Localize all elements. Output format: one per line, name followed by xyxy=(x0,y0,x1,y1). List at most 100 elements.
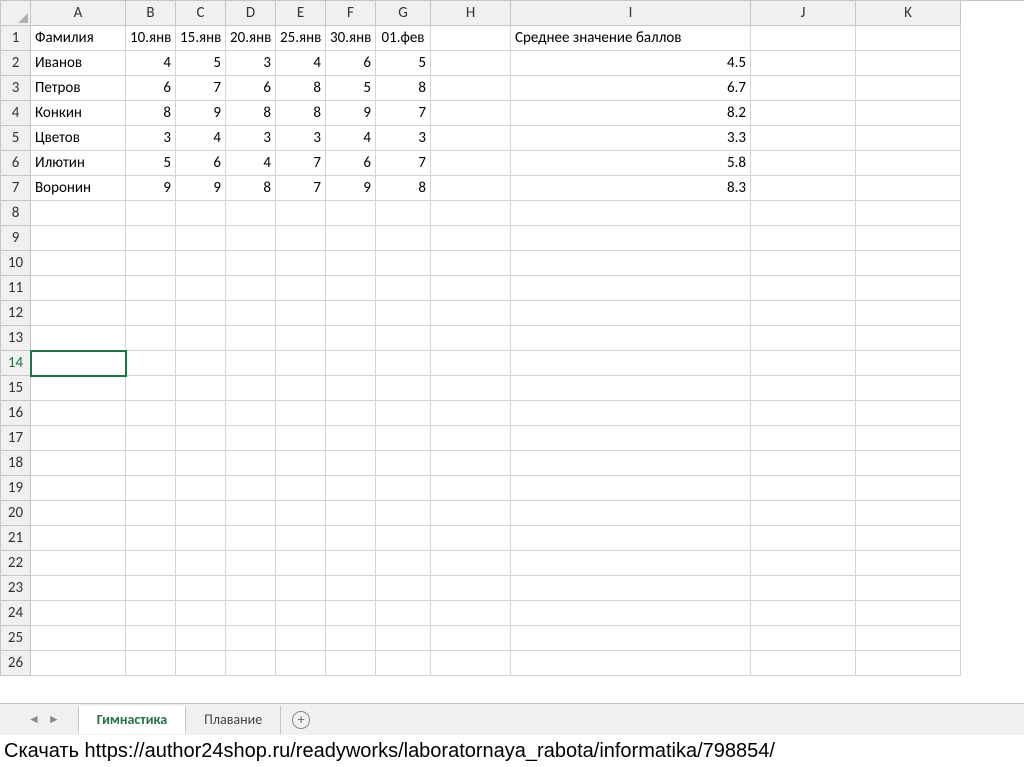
cell-B18[interactable] xyxy=(126,451,176,476)
cell-F10[interactable] xyxy=(326,251,376,276)
cell-A19[interactable] xyxy=(31,476,126,501)
row-header-13[interactable]: 13 xyxy=(1,326,31,351)
cell-B19[interactable] xyxy=(126,476,176,501)
cell-E14[interactable] xyxy=(276,351,326,376)
cell-J23[interactable] xyxy=(751,576,856,601)
cell-K21[interactable] xyxy=(856,526,961,551)
cell-B21[interactable] xyxy=(126,526,176,551)
cell-J1[interactable] xyxy=(751,26,856,51)
cell-B20[interactable] xyxy=(126,501,176,526)
cell-C16[interactable] xyxy=(176,401,226,426)
col-header-A[interactable]: A xyxy=(31,1,126,26)
cell-I17[interactable] xyxy=(511,426,751,451)
cell-G4[interactable]: 7 xyxy=(376,101,431,126)
cell-I16[interactable] xyxy=(511,401,751,426)
cell-B14[interactable] xyxy=(126,351,176,376)
col-header-I[interactable]: I xyxy=(511,1,751,26)
cell-I18[interactable] xyxy=(511,451,751,476)
cell-B12[interactable] xyxy=(126,301,176,326)
cell-I9[interactable] xyxy=(511,226,751,251)
cell-G20[interactable] xyxy=(376,501,431,526)
cell-H20[interactable] xyxy=(431,501,511,526)
cell-I7[interactable]: 8.3 xyxy=(511,176,751,201)
row-header-23[interactable]: 23 xyxy=(1,576,31,601)
cell-F12[interactable] xyxy=(326,301,376,326)
cell-G19[interactable] xyxy=(376,476,431,501)
cell-G14[interactable] xyxy=(376,351,431,376)
row-header-15[interactable]: 15 xyxy=(1,376,31,401)
cell-D16[interactable] xyxy=(226,401,276,426)
cell-D1[interactable]: 20.янв xyxy=(226,26,276,51)
row-header-21[interactable]: 21 xyxy=(1,526,31,551)
cell-C11[interactable] xyxy=(176,276,226,301)
cell-I23[interactable] xyxy=(511,576,751,601)
cell-A26[interactable] xyxy=(31,651,126,676)
cell-J8[interactable] xyxy=(751,201,856,226)
cell-E24[interactable] xyxy=(276,601,326,626)
cell-F21[interactable] xyxy=(326,526,376,551)
cell-A12[interactable] xyxy=(31,301,126,326)
cell-D21[interactable] xyxy=(226,526,276,551)
cell-D12[interactable] xyxy=(226,301,276,326)
cell-C7[interactable]: 9 xyxy=(176,176,226,201)
cell-A16[interactable] xyxy=(31,401,126,426)
cell-K5[interactable] xyxy=(856,126,961,151)
row-header-12[interactable]: 12 xyxy=(1,301,31,326)
cell-H18[interactable] xyxy=(431,451,511,476)
cell-B10[interactable] xyxy=(126,251,176,276)
sheet-tab-active[interactable]: Гимнастика xyxy=(78,706,186,734)
row-header-18[interactable]: 18 xyxy=(1,451,31,476)
cell-G3[interactable]: 8 xyxy=(376,76,431,101)
cell-C21[interactable] xyxy=(176,526,226,551)
cell-E10[interactable] xyxy=(276,251,326,276)
cell-C19[interactable] xyxy=(176,476,226,501)
cell-J19[interactable] xyxy=(751,476,856,501)
cell-B2[interactable]: 4 xyxy=(126,51,176,76)
cell-K22[interactable] xyxy=(856,551,961,576)
cell-B3[interactable]: 6 xyxy=(126,76,176,101)
cell-A4[interactable]: Конкин xyxy=(31,101,126,126)
cell-I14[interactable] xyxy=(511,351,751,376)
row-header-2[interactable]: 2 xyxy=(1,51,31,76)
row-header-26[interactable]: 26 xyxy=(1,651,31,676)
cell-E16[interactable] xyxy=(276,401,326,426)
cell-G15[interactable] xyxy=(376,376,431,401)
cell-C1[interactable]: 15.янв xyxy=(176,26,226,51)
cell-J16[interactable] xyxy=(751,401,856,426)
cell-J21[interactable] xyxy=(751,526,856,551)
row-header-5[interactable]: 5 xyxy=(1,126,31,151)
cell-E3[interactable]: 8 xyxy=(276,76,326,101)
cell-A24[interactable] xyxy=(31,601,126,626)
cell-G25[interactable] xyxy=(376,626,431,651)
add-sheet-button[interactable]: + xyxy=(281,710,321,729)
row-header-10[interactable]: 10 xyxy=(1,251,31,276)
cell-F18[interactable] xyxy=(326,451,376,476)
cell-B17[interactable] xyxy=(126,426,176,451)
row-header-14[interactable]: 14 xyxy=(1,351,31,376)
cell-K23[interactable] xyxy=(856,576,961,601)
cell-F11[interactable] xyxy=(326,276,376,301)
cell-J6[interactable] xyxy=(751,151,856,176)
cell-D26[interactable] xyxy=(226,651,276,676)
cell-C15[interactable] xyxy=(176,376,226,401)
cell-J11[interactable] xyxy=(751,276,856,301)
cell-E12[interactable] xyxy=(276,301,326,326)
cell-E5[interactable]: 3 xyxy=(276,126,326,151)
cell-F16[interactable] xyxy=(326,401,376,426)
cell-F5[interactable]: 4 xyxy=(326,126,376,151)
cell-E20[interactable] xyxy=(276,501,326,526)
cell-D8[interactable] xyxy=(226,201,276,226)
cell-H2[interactable] xyxy=(431,51,511,76)
cell-E19[interactable] xyxy=(276,476,326,501)
cell-E1[interactable]: 25.янв xyxy=(276,26,326,51)
col-header-D[interactable]: D xyxy=(226,1,276,26)
cell-C24[interactable] xyxy=(176,601,226,626)
cell-D20[interactable] xyxy=(226,501,276,526)
cell-C25[interactable] xyxy=(176,626,226,651)
col-header-K[interactable]: K xyxy=(856,1,961,26)
cell-G13[interactable] xyxy=(376,326,431,351)
cell-D18[interactable] xyxy=(226,451,276,476)
col-header-B[interactable]: B xyxy=(126,1,176,26)
cell-A9[interactable] xyxy=(31,226,126,251)
cell-D2[interactable]: 3 xyxy=(226,51,276,76)
